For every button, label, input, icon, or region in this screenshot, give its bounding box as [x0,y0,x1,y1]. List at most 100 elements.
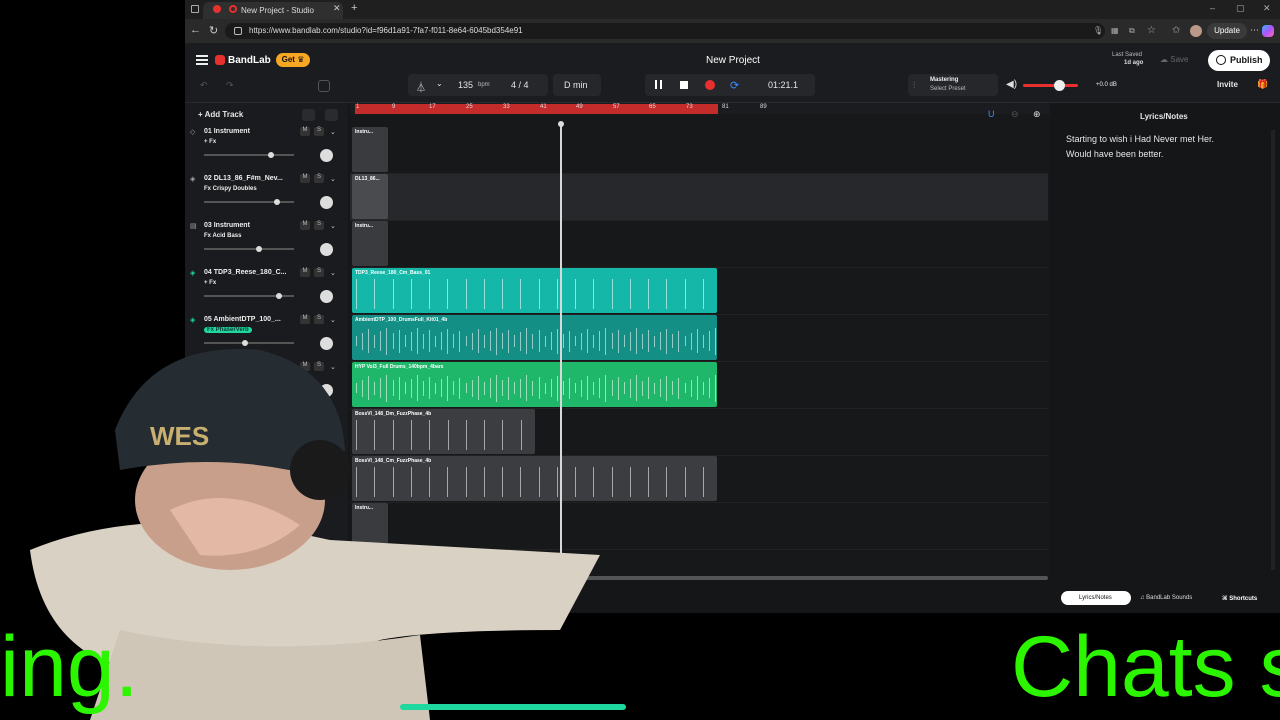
track-name[interactable]: 03 Instrument [204,222,250,229]
tempo-value[interactable]: 135 [458,80,473,90]
track-volume-handle[interactable] [256,246,262,252]
track-header[interactable]: ◇ 01 Instrument + Fx M S ⌄ [188,127,346,175]
back-icon[interactable]: ← [190,24,201,36]
chevron-down-icon[interactable]: ⌄ [330,222,336,230]
record-icon[interactable] [705,80,715,90]
track-fx-label[interactable]: + Fx [204,139,216,145]
track-volume-slider[interactable] [204,152,294,158]
loop-icon[interactable]: ⟳ [730,79,739,92]
track-name[interactable]: 01 Instrument [204,128,250,135]
mute-button[interactable]: M [300,127,310,136]
update-button[interactable]: Update [1207,23,1247,39]
redo-icon[interactable]: ↷ [226,80,234,91]
time-signature[interactable]: 4 / 4 [511,80,529,90]
track-fx-label[interactable]: Fx Crispy Doubles [204,186,257,192]
solo-button[interactable]: S [314,127,324,136]
translate-icon[interactable]: ⧉ [1129,26,1135,36]
track-lane[interactable]: DL13_86... [350,174,1048,221]
track-volume-slider[interactable] [204,246,294,252]
snap-icon[interactable]: U [988,109,995,119]
pencil-tool-icon[interactable] [302,109,315,121]
menu-icon[interactable] [196,55,208,65]
pan-knob[interactable] [320,290,333,303]
save-button[interactable]: ☁ Save [1160,55,1188,64]
track-volume-handle[interactable] [268,152,274,158]
master-volume-slider[interactable] [1023,84,1078,87]
zoom-out-icon[interactable]: ⊖ [1011,109,1019,120]
mic-icon[interactable]: 🎙 [1093,26,1103,35]
track-fx-label[interactable]: + Fx [204,280,216,286]
mute-button[interactable]: M [300,315,310,324]
master-volume-knob[interactable] [1054,80,1065,91]
loop-region[interactable] [355,104,718,114]
audio-clip[interactable]: Instru... [352,221,388,266]
track-volume-handle[interactable] [276,293,282,299]
vertical-scrollbar[interactable] [1271,130,1275,570]
close-tab-icon[interactable]: ✕ [333,3,341,14]
extensions-icon[interactable]: ▦ [1111,26,1119,35]
browser-tab[interactable]: New Project - Studio [203,2,343,19]
filter-icon[interactable] [325,109,338,121]
chevron-down-icon[interactable]: ⌄ [330,269,336,277]
get-button[interactable]: Get ♛ [276,53,310,67]
reload-icon[interactable]: ↻ [209,24,218,37]
track-volume-handle[interactable] [274,199,280,205]
track-name[interactable]: 02 DL13_86_F#m_Nev... [204,175,283,182]
solo-button[interactable]: S [314,268,324,277]
pan-knob[interactable] [320,149,333,162]
audio-clip[interactable]: DL13_86... [352,174,388,219]
dashboard-icon[interactable] [318,80,330,92]
stop-icon[interactable] [680,81,688,89]
volume-icon[interactable]: ◀) [1006,79,1017,90]
tab-bandlab-sounds[interactable]: ♫ BandLab Sounds [1140,595,1192,601]
close-window-icon[interactable]: ✕ [1263,3,1271,14]
track-header[interactable]: ▤ 03 Instrument Fx Acid Bass M S ⌄ [188,221,346,269]
profile-avatar[interactable] [1190,25,1202,37]
track-volume-slider[interactable] [204,293,294,299]
more-menu-icon[interactable]: ⋯ [1250,25,1259,36]
mute-button[interactable]: M [300,174,310,183]
pan-knob[interactable] [320,196,333,209]
mute-button[interactable]: M [300,268,310,277]
metronome-dropdown-icon[interactable]: ⌄ [436,79,443,88]
solo-button[interactable]: S [314,174,324,183]
solo-button[interactable]: S [314,315,324,324]
lyrics-line-2[interactable]: Would have been better. [1066,149,1163,159]
pan-knob[interactable] [320,243,333,256]
tab-shortcuts[interactable]: ⌘ Shortcuts [1222,595,1257,602]
new-tab-icon[interactable]: + [351,2,357,14]
pause-icon[interactable] [655,80,662,89]
track-volume-slider[interactable] [204,199,294,205]
track-name[interactable]: 05 AmbientDTP_100_... [204,316,281,323]
chevron-down-icon[interactable]: ⌄ [330,316,336,324]
chevron-down-icon[interactable]: ⌄ [330,175,336,183]
minimize-icon[interactable]: – [1210,3,1215,13]
star-icon[interactable]: ☆ [1147,25,1156,36]
sidebar-toggle-icon[interactable] [191,5,199,13]
site-info-icon[interactable] [234,27,242,35]
track-lane[interactable]: Instru... [350,127,1048,174]
zoom-in-icon[interactable]: ⊕ [1033,109,1041,120]
chevron-down-icon[interactable]: ⌄ [330,128,336,136]
tab-lyrics-notes[interactable]: Lyrics/Notes [1061,591,1131,605]
copilot-icon[interactable] [1262,25,1274,37]
solo-button[interactable]: S [314,221,324,230]
track-header[interactable]: ◈ 02 DL13_86_F#m_Nev... Fx Crispy Doubles M… [188,174,346,222]
invite-button[interactable]: Invite [1217,80,1238,89]
track-lane[interactable]: TDP3_Reese_180_Cm_Bass_01 [350,268,1048,315]
track-name[interactable]: 04 TDP3_Reese_180_C... [204,269,287,276]
undo-icon[interactable]: ↶ [200,80,208,91]
url-input[interactable]: https://www.bandlab.com/studio?id=f96d1a… [225,23,1105,39]
mute-button[interactable]: M [300,221,310,230]
track-header[interactable]: ◈ 04 TDP3_Reese_180_C... + Fx M S ⌄ [188,268,346,316]
lyrics-line-1[interactable]: Starting to wish i Had Never met Her. [1066,134,1214,144]
favorites-icon[interactable]: ✩ [1172,25,1180,36]
gift-icon[interactable]: 🎁 [1257,79,1268,90]
add-track-button[interactable]: + Add Track [198,110,243,119]
metronome-icon[interactable]: ⏃ [416,79,426,94]
track-lane[interactable]: Instru... [350,221,1048,268]
audio-clip[interactable]: TDP3_Reese_180_Cm_Bass_01 [352,268,717,313]
horizontal-scrollbar[interactable] [560,576,1048,580]
playhead-handle[interactable] [558,121,564,127]
audio-clip[interactable]: Instru... [352,127,388,172]
